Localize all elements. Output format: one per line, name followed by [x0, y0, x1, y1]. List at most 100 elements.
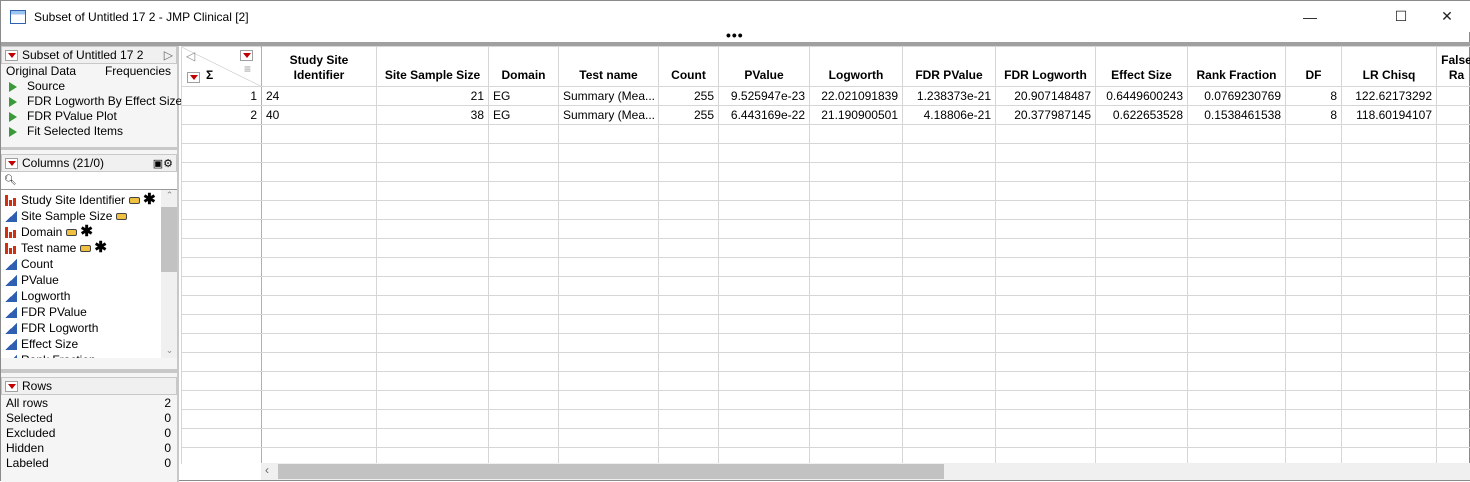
table-row[interactable]	[182, 144, 1470, 163]
table-cell[interactable]	[659, 334, 719, 353]
table-cell[interactable]	[810, 144, 903, 163]
table-cell[interactable]	[262, 144, 377, 163]
table-cell[interactable]: 0.6449600243	[1096, 87, 1188, 106]
table-cell[interactable]	[810, 372, 903, 391]
table-cell[interactable]	[1286, 258, 1342, 277]
table-cell[interactable]	[377, 391, 489, 410]
table-cell[interactable]	[489, 125, 559, 144]
horizontal-scrollbar[interactable]: ‹	[261, 463, 1470, 480]
table-row[interactable]	[182, 258, 1470, 277]
table-cell[interactable]	[903, 391, 996, 410]
table-cell[interactable]	[1096, 372, 1188, 391]
table-cell[interactable]	[262, 410, 377, 429]
table-cell[interactable]	[377, 277, 489, 296]
row-number[interactable]	[182, 448, 262, 465]
column-item[interactable]: Test name✱	[1, 240, 177, 256]
table-cell[interactable]	[659, 220, 719, 239]
table-cell[interactable]	[489, 296, 559, 315]
table-cell[interactable]: 118.60194107	[1342, 106, 1437, 125]
table-cell[interactable]	[1437, 201, 1470, 220]
more-handle[interactable]: •••	[726, 30, 744, 40]
table-cell[interactable]	[1188, 258, 1286, 277]
table-cell[interactable]	[1286, 277, 1342, 296]
table-row[interactable]	[182, 448, 1470, 465]
table-row[interactable]	[182, 277, 1470, 296]
table-cell[interactable]	[559, 182, 659, 201]
table-cell[interactable]	[659, 410, 719, 429]
table-cell[interactable]	[719, 448, 810, 465]
table-row[interactable]: 12421EGSummary (Mea...2559.525947e-2322.…	[182, 87, 1470, 106]
table-cell[interactable]	[1286, 144, 1342, 163]
table-cell[interactable]	[996, 220, 1096, 239]
table-cell[interactable]	[810, 277, 903, 296]
table-cell[interactable]	[262, 201, 377, 220]
table-cell[interactable]	[810, 239, 903, 258]
row-number[interactable]	[182, 372, 262, 391]
table-cell[interactable]	[996, 277, 1096, 296]
table-cell[interactable]	[262, 315, 377, 334]
table-cell[interactable]	[903, 182, 996, 201]
table-cell[interactable]	[659, 258, 719, 277]
table-cell[interactable]	[1342, 220, 1437, 239]
frequencies-label[interactable]: Frequencies	[105, 64, 171, 79]
table-cell[interactable]: 9.525947e-23	[719, 87, 810, 106]
table-cell[interactable]	[1096, 315, 1188, 334]
table-cell[interactable]	[559, 296, 659, 315]
rows-menu-icon[interactable]	[187, 72, 200, 83]
table-cell[interactable]	[377, 258, 489, 277]
table-cell[interactable]	[559, 334, 659, 353]
table-cell[interactable]	[996, 239, 1096, 258]
run-script-icon[interactable]	[9, 127, 17, 137]
table-cell[interactable]	[659, 391, 719, 410]
table-cell[interactable]: 38	[377, 106, 489, 125]
table-cell[interactable]	[810, 410, 903, 429]
table-panel-header[interactable]: Subset of Untitled 17 2 ▷	[1, 46, 177, 64]
row-number[interactable]: 1	[182, 87, 262, 106]
table-cell[interactable]	[719, 258, 810, 277]
table-cell[interactable]	[996, 334, 1096, 353]
table-cell[interactable]	[489, 182, 559, 201]
column-header[interactable]: LR Chisq	[1342, 47, 1437, 87]
row-number[interactable]	[182, 201, 262, 220]
table-cell[interactable]	[489, 220, 559, 239]
table-cell[interactable]	[1188, 201, 1286, 220]
table-cell[interactable]	[377, 410, 489, 429]
table-cell[interactable]: EG	[489, 87, 559, 106]
table-cell[interactable]	[262, 429, 377, 448]
table-row[interactable]	[182, 296, 1470, 315]
column-item[interactable]: Effect Size	[1, 336, 177, 352]
table-cell[interactable]	[1437, 448, 1470, 465]
table-cell[interactable]: Summary (Mea...	[559, 87, 659, 106]
table-cell[interactable]	[1188, 277, 1286, 296]
row-number[interactable]: 2	[182, 106, 262, 125]
minimize-button[interactable]: —	[1287, 1, 1333, 32]
table-cell[interactable]	[1437, 429, 1470, 448]
column-header[interactable]: DF	[1286, 47, 1342, 87]
row-number[interactable]	[182, 391, 262, 410]
table-cell[interactable]	[996, 391, 1096, 410]
table-cell[interactable]	[719, 391, 810, 410]
column-header[interactable]: Effect Size	[1096, 47, 1188, 87]
table-row[interactable]	[182, 372, 1470, 391]
table-cell[interactable]	[1342, 201, 1437, 220]
table-cell[interactable]	[1342, 315, 1437, 334]
table-cell[interactable]	[1437, 87, 1470, 106]
row-number[interactable]	[182, 296, 262, 315]
table-cell[interactable]	[903, 315, 996, 334]
table-cell[interactable]: 22.021091839	[810, 87, 903, 106]
table-cell[interactable]	[659, 353, 719, 372]
table-cell[interactable]: 21	[377, 87, 489, 106]
table-cell[interactable]	[489, 372, 559, 391]
red-triangle-menu-icon[interactable]	[5, 158, 18, 169]
table-cell[interactable]	[1096, 277, 1188, 296]
table-cell[interactable]	[1342, 125, 1437, 144]
table-cell[interactable]	[1342, 334, 1437, 353]
table-cell[interactable]	[996, 258, 1096, 277]
table-cell[interactable]	[489, 277, 559, 296]
column-item[interactable]: Count	[1, 256, 177, 272]
column-item[interactable]: PValue	[1, 272, 177, 288]
table-cell[interactable]	[996, 182, 1096, 201]
table-cell[interactable]	[262, 125, 377, 144]
table-cell[interactable]: 40	[262, 106, 377, 125]
table-cell[interactable]	[659, 315, 719, 334]
